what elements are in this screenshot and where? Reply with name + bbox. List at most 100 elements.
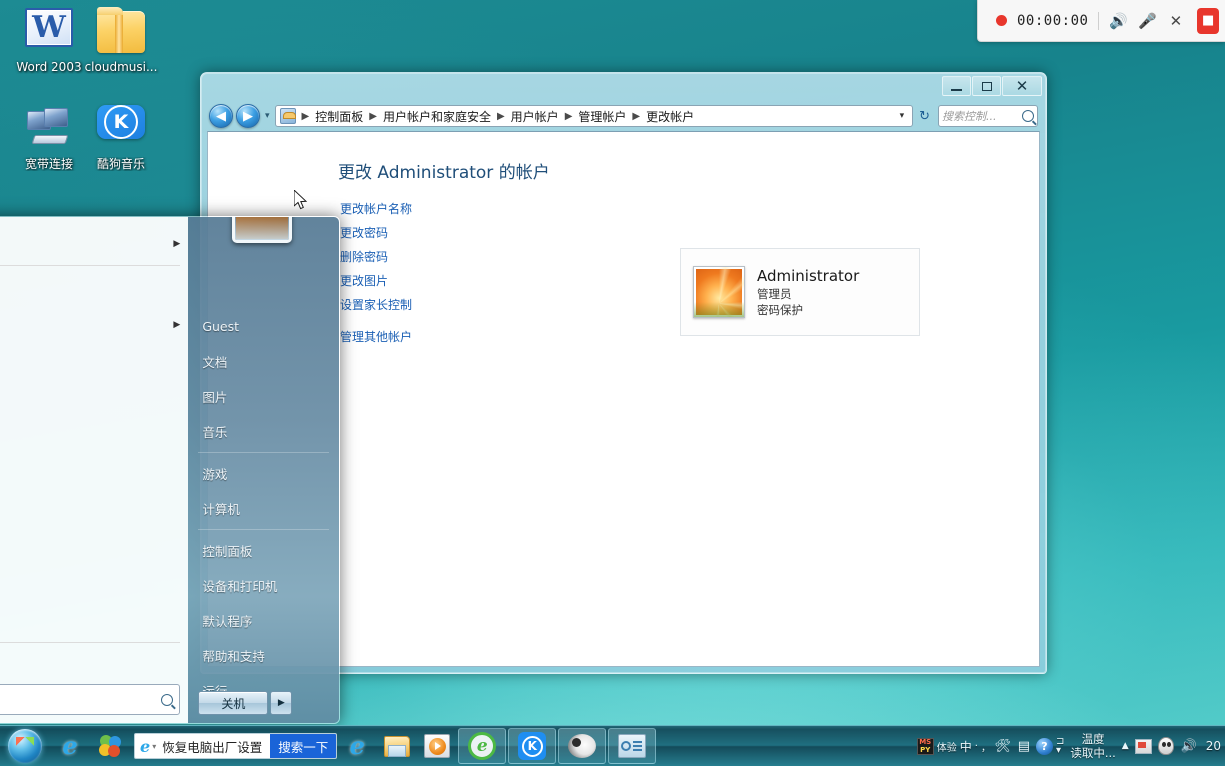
ime-expand-icon[interactable]: ⊐ ▾ — [1056, 737, 1064, 756]
start-menu-place-games[interactable]: 游戏 — [188, 456, 339, 491]
recording-indicator-icon — [996, 15, 1007, 26]
start-menu-search-input[interactable]: 搜索程序和文件 — [0, 684, 181, 715]
taskbar-button-green-browser[interactable]: e — [458, 728, 507, 764]
start-menu-item-remote-desktop[interactable]: 远程桌面连接 — [0, 491, 188, 528]
start-menu-item-magnifier[interactable]: 大镜 — [0, 602, 188, 639]
breadcrumb-separator: ▶ — [564, 110, 573, 122]
start-menu: 安全浏览器 ▶ QQ 门 ▶ 算器 签 图工具 图 — [0, 216, 340, 724]
ime-comma[interactable]: ， — [981, 739, 991, 754]
help-icon[interactable]: ? — [1035, 737, 1053, 755]
start-menu-item-software-manager[interactable]: 软件管家 — [0, 528, 188, 565]
account-card-text: Administrator 管理员 密码保护 — [757, 266, 859, 318]
start-menu-place-pictures[interactable]: 图片 — [188, 379, 339, 414]
ime-indicator[interactable]: MS PY 体验 中 · ， 🛠 ▤ ? ⊐ ▾ — [916, 737, 1064, 756]
search-submit-button[interactable]: 搜索一下 — [270, 734, 337, 758]
start-menu-user-guest[interactable]: Guest — [188, 309, 339, 344]
search-input[interactable]: 恢复电脑出厂设置 — [160, 737, 270, 756]
address-bar[interactable]: ▶ 控制面板 ▶ 用户帐户和家庭安全 ▶ 用户帐户 ▶ 管理帐户 ▶ 更改帐户 … — [274, 105, 914, 127]
back-button[interactable]: ◀ — [209, 104, 233, 128]
link-remove-password[interactable]: 删除密码 — [340, 245, 388, 269]
media-player-icon — [424, 734, 451, 758]
breadcrumb-item-change-account[interactable]: 更改帐户 — [646, 108, 694, 125]
user-avatar[interactable] — [232, 217, 293, 243]
start-menu-all-programs[interactable]: 所有程序 — [0, 646, 188, 680]
ime-mode[interactable]: 中 — [960, 738, 972, 755]
action-center-flag-icon[interactable] — [1134, 738, 1152, 754]
chevron-down-icon[interactable]: ▾ — [152, 742, 160, 751]
ime-dot[interactable]: · — [975, 741, 978, 752]
start-menu-program-list: 安全浏览器 ▶ QQ 门 ▶ 算器 签 图工具 图 — [0, 223, 188, 680]
maximize-button[interactable] — [972, 76, 1001, 96]
stop-recording-button[interactable]: ■ — [1197, 7, 1220, 34]
breadcrumb-item-control-panel[interactable]: 控制面板 — [315, 108, 363, 125]
start-menu-item-snipping-tool[interactable]: 图工具 — [0, 417, 188, 454]
shutdown-button[interactable]: 关机 — [198, 691, 269, 715]
start-menu-item-kugou-music[interactable]: 狗音乐 — [0, 565, 188, 602]
start-menu-item-qq[interactable]: QQ — [0, 269, 188, 306]
start-menu-place-documents[interactable]: 文档 — [188, 344, 339, 379]
start-menu-item-sticky-notes[interactable]: 签 — [0, 380, 188, 417]
quicklaunch-colorful-app[interactable] — [90, 727, 130, 765]
breadcrumb-item-manage-accounts[interactable]: 管理帐户 — [578, 108, 626, 125]
screen-recorder-toolbar: 00:00:00 🔊 🎤 ✕ ■ — [977, 0, 1225, 42]
taskbar-search-box[interactable]: e ▾ 恢复电脑出厂设置 搜索一下 — [134, 733, 338, 759]
refresh-icon[interactable]: ↻ — [916, 109, 933, 124]
search-placeholder: 搜索程序和文件 — [0, 691, 155, 708]
taskbar-button-kugou[interactable]: K — [508, 728, 557, 764]
search-control-panel-input[interactable]: 搜索控制... — [938, 105, 1038, 127]
start-menu-place-devices-printers[interactable]: 设备和打印机 — [188, 568, 339, 603]
chevron-right-icon: ▶ — [173, 238, 181, 249]
link-change-password[interactable]: 更改密码 — [340, 221, 388, 245]
account-card[interactable]: Administrator 管理员 密码保护 — [680, 248, 920, 336]
breadcrumb-separator: ▶ — [369, 110, 377, 122]
ime-tool-icon[interactable]: 🛠 — [994, 739, 1012, 754]
desktop-icon-kugou[interactable]: K 酷狗音乐 — [78, 105, 164, 171]
qq-penguin-icon[interactable] — [1157, 737, 1174, 755]
start-menu-item-door[interactable]: 门 ▶ — [0, 306, 188, 343]
close-button[interactable]: ✕ — [1002, 76, 1042, 96]
quicklaunch-internet-explorer[interactable]: e — [50, 727, 90, 765]
address-dropdown-icon[interactable]: ▾ — [896, 111, 909, 121]
breadcrumb-item-user-accounts[interactable]: 用户帐户 — [511, 108, 559, 125]
start-menu-place-label: 计算机 — [202, 502, 240, 517]
panda-icon — [568, 734, 597, 758]
volume-icon[interactable]: 🔊 — [1180, 739, 1198, 754]
history-dropdown-icon[interactable]: ▾ — [263, 111, 272, 121]
desktop-icon-label: cloudmusi... — [84, 60, 158, 74]
taskbar-button-panda-app[interactable] — [558, 728, 607, 764]
window-controls: ✕ — [941, 76, 1042, 96]
start-menu-place-control-panel[interactable]: 控制面板 — [188, 533, 339, 568]
show-hidden-icons-button[interactable]: ▲ — [1122, 741, 1129, 751]
start-menu-place-music[interactable]: 音乐 — [188, 414, 339, 449]
link-parental-controls[interactable]: 设置家长控制 — [340, 293, 412, 317]
control-panel-icon — [618, 734, 647, 758]
taskbar-button-internet-explorer[interactable]: e — [337, 727, 377, 765]
window-title-bar[interactable]: ✕ — [207, 73, 1042, 101]
start-button[interactable] — [0, 726, 50, 766]
minimize-button[interactable] — [942, 76, 971, 96]
taskbar-button-media-player[interactable] — [417, 727, 457, 765]
microphone-muted-icon[interactable]: 🎤 — [1138, 10, 1157, 32]
speaker-icon[interactable]: 🔊 — [1109, 10, 1128, 32]
start-menu-item-paint[interactable]: 图 — [0, 454, 188, 491]
start-menu-item-calculator[interactable]: 算器 — [0, 343, 188, 380]
temperature-gadget[interactable]: 温度 读取中... — [1070, 732, 1115, 760]
start-menu-place-computer[interactable]: 计算机 — [188, 491, 339, 526]
taskbar-button-control-panel[interactable] — [608, 728, 657, 764]
start-menu-place-default-programs[interactable]: 默认程序 — [188, 603, 339, 638]
close-icon[interactable]: ✕ — [1167, 10, 1186, 32]
start-menu-item-secure-browser[interactable]: 安全浏览器 ▶ — [0, 225, 188, 262]
ime-keyboard-icon[interactable]: ▤ — [1015, 739, 1033, 754]
taskbar-button-explorer[interactable] — [377, 727, 417, 765]
link-change-account-name[interactable]: 更改帐户名称 — [340, 197, 412, 221]
desktop-icon-cloudmusic[interactable]: cloudmusi... — [78, 7, 164, 74]
start-menu-place-label: Guest — [202, 319, 240, 334]
breadcrumb-item-user-accounts-family-safety[interactable]: 用户帐户和家庭安全 — [383, 108, 491, 125]
link-manage-other-accounts[interactable]: 管理其他帐户 — [340, 325, 412, 349]
clock[interactable]: 20 — [1204, 739, 1221, 753]
account-password-status: 密码保护 — [757, 303, 803, 317]
start-menu-place-help-support[interactable]: 帮助和支持 — [188, 638, 339, 673]
shutdown-options-icon[interactable]: ▶ — [270, 691, 293, 715]
link-change-picture[interactable]: 更改图片 — [340, 269, 388, 293]
forward-button[interactable]: ▶ — [236, 104, 260, 128]
